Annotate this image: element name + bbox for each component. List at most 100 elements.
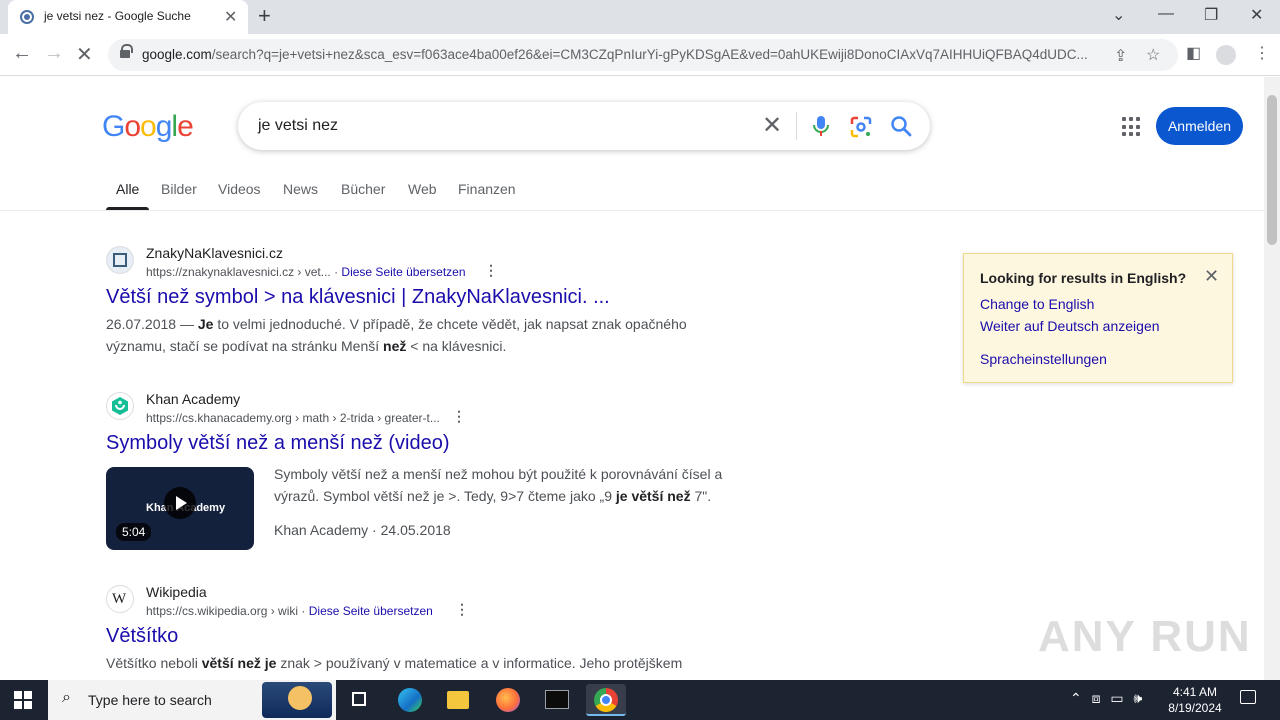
google-logo[interactable]: Google (102, 110, 194, 144)
show-hidden-icons-icon[interactable]: ⌃ (1070, 690, 1082, 706)
side-panel-icon[interactable]: ◧ (1186, 43, 1201, 63)
language-suggestion-box: Looking for results in English? ✕ Change… (963, 253, 1233, 383)
google-lens-icon[interactable] (850, 116, 872, 138)
tab-news[interactable]: News (283, 181, 318, 197)
video-thumbnail[interactable]: Khan Academy 5:04 (106, 467, 254, 550)
scrollbar-thumb[interactable] (1267, 95, 1277, 245)
change-to-english-link[interactable]: Change to English (980, 296, 1094, 312)
close-window-button[interactable]: ✕ (1250, 5, 1263, 25)
result-title[interactable]: Symboly větší než a menší než (video) (106, 432, 449, 455)
clock-date: 8/19/2024 (1168, 701, 1222, 715)
result-url[interactable]: https://cs.wikipedia.org › wiki (146, 604, 298, 618)
translate-link[interactable]: Diese Seite übersetzen (341, 265, 465, 279)
volume-icon[interactable]: 🕪 (1134, 690, 1143, 706)
result-site-name[interactable]: Wikipedia (146, 584, 207, 600)
result-snippet: Symboly větší než a menší než mohou být … (274, 463, 744, 507)
tab-bilder[interactable]: Bilder (161, 181, 197, 197)
microphone-icon[interactable] (812, 115, 830, 137)
google-apps-icon[interactable] (1122, 117, 1142, 137)
clear-search-icon[interactable]: ✕ (762, 111, 782, 140)
snippet-text: 7". (690, 488, 712, 504)
tab-videos[interactable]: Videos (218, 181, 261, 197)
restore-button[interactable]: ❐ (1204, 5, 1218, 25)
taskbar-clock[interactable]: 4:41 AM 8/19/2024 (1160, 684, 1230, 716)
translate-link[interactable]: Diese Seite übersetzen (309, 604, 433, 618)
wikipedia-icon: W (106, 585, 134, 613)
play-icon[interactable] (164, 487, 196, 519)
continue-german-link[interactable]: Weiter auf Deutsch anzeigen (980, 318, 1160, 334)
firefox-icon[interactable] (488, 684, 528, 716)
khan-academy-icon (106, 392, 134, 420)
tab-web[interactable]: Web (408, 181, 437, 197)
more-options-icon[interactable]: ⋮ (455, 601, 469, 618)
close-icon[interactable]: ✕ (1204, 266, 1219, 287)
snippet-bold: než (383, 338, 407, 354)
search-icon[interactable] (890, 115, 912, 137)
tab-strip: je vetsi nez - Google Suche ✕ + ⌄ — ❐ ✕ (0, 0, 1280, 34)
search-box[interactable]: je vetsi nez ✕ (238, 102, 930, 150)
watermark-logo: ANY RUN (1038, 612, 1252, 661)
more-options-icon[interactable]: ⋮ (452, 408, 466, 425)
result-title[interactable]: Většítko (106, 625, 178, 648)
windows-taskbar: ⌕ Type here to search ⌃ ⧈ ▭ 🕪 4:41 AM 8/… (0, 680, 1280, 720)
page-scrollbar[interactable] (1264, 77, 1280, 680)
device-icon[interactable]: ⧈ (1092, 690, 1101, 706)
address-bar[interactable]: google.com/search?q=je+vetsi+nez&sca_esv… (108, 39, 1178, 71)
search-tabs: Alle Bilder Videos News Bücher Web Finan… (0, 170, 1264, 211)
site-favicon-icon (106, 246, 134, 274)
profile-avatar-icon[interactable] (1216, 45, 1236, 65)
search-highlight-image (262, 682, 332, 718)
video-source: Khan Academy (274, 522, 369, 538)
network-icon[interactable]: ▭ (1110, 690, 1123, 706)
result-site-name[interactable]: Khan Academy (146, 391, 240, 407)
bookmark-star-icon[interactable]: ☆ (1146, 45, 1160, 65)
result-cite: https://znakynaklavesnici.cz › vet... · … (146, 265, 466, 279)
tab-title: je vetsi nez - Google Suche (44, 9, 191, 23)
search-input[interactable]: je vetsi nez (258, 117, 338, 135)
windows-start-icon[interactable] (14, 691, 32, 709)
snippet-text: znak > používaný v matematice a v inform… (276, 655, 683, 671)
file-explorer-icon[interactable] (438, 684, 478, 716)
result-url[interactable]: https://znakynaklavesnici.cz › vet... (146, 265, 331, 279)
search-icon: ⌕ (62, 689, 71, 706)
taskbar-search[interactable]: ⌕ Type here to search (48, 680, 336, 720)
terminal-icon[interactable] (537, 684, 577, 716)
tab-favicon-icon (20, 10, 34, 24)
forward-button[interactable]: → (44, 42, 64, 65)
url-path: /search?q=je+vetsi+nez&sca_esv=f063ace4b… (211, 47, 1088, 62)
chrome-icon[interactable] (586, 684, 626, 716)
video-duration: 5:04 (116, 523, 152, 541)
snippet-bold: větší než je (201, 655, 277, 671)
language-settings-link[interactable]: Spracheinstellungen (980, 351, 1107, 367)
minimize-button[interactable]: — (1158, 5, 1174, 23)
url-domain: google.com (142, 47, 212, 62)
new-tab-button[interactable]: + (258, 3, 271, 29)
tab-close-icon[interactable]: ✕ (224, 7, 237, 27)
share-icon[interactable]: ⇪ (1114, 46, 1127, 66)
browser-toolbar: ← → ✕ google.com/search?q=je+vetsi+nez&s… (0, 34, 1280, 76)
result-site-name[interactable]: ZnakyNaKlavesnici.cz (146, 245, 283, 261)
snippet-text: Většítko neboli (106, 655, 202, 671)
more-options-icon[interactable]: ⋮ (484, 262, 498, 279)
tab-search-chevron-icon[interactable]: ⌄ (1112, 5, 1125, 25)
menu-kebab-icon[interactable]: ⋮ (1254, 43, 1270, 63)
result-snippet: 26.07.2018 — Je to velmi jednoduché. V p… (106, 313, 736, 357)
task-view-icon[interactable] (340, 684, 380, 716)
notifications-icon[interactable] (1240, 690, 1256, 704)
sign-in-button[interactable]: Anmelden (1156, 107, 1243, 145)
system-tray: ⌃ ⧈ ▭ 🕪 (1070, 690, 1142, 707)
taskbar-search-placeholder: Type here to search (88, 692, 212, 708)
back-button[interactable]: ← (12, 42, 32, 65)
url-text: google.com/search?q=je+vetsi+nez&sca_esv… (142, 47, 1102, 62)
snippet-bold: je větší než (615, 488, 691, 504)
lock-icon[interactable] (120, 44, 133, 60)
result-title[interactable]: Větší než symbol > na klávesnici | Znaky… (106, 286, 610, 309)
tab-alle[interactable]: Alle (105, 181, 150, 210)
tab-finanzen[interactable]: Finanzen (458, 181, 516, 197)
browser-tab[interactable]: je vetsi nez - Google Suche ✕ (8, 0, 248, 34)
edge-icon[interactable] (390, 684, 430, 716)
stop-loading-button[interactable]: ✕ (76, 42, 93, 67)
clock-time: 4:41 AM (1172, 685, 1218, 699)
tab-buecher[interactable]: Bücher (341, 181, 385, 197)
result-url[interactable]: https://cs.khanacademy.org › math › 2-tr… (146, 411, 440, 425)
